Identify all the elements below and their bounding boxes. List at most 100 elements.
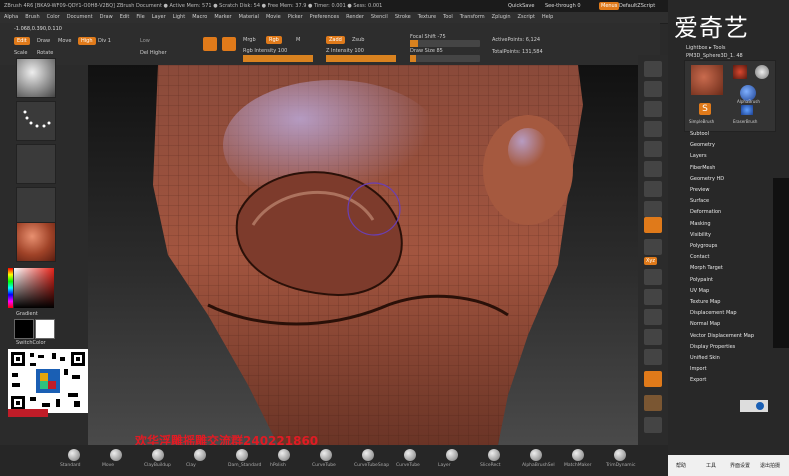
rotate-button[interactable]: Rotate: [37, 50, 53, 56]
footer-help[interactable]: 帮助: [676, 462, 686, 469]
menu-item[interactable]: Zplugin: [492, 14, 511, 20]
scale-button[interactable]: Scale: [14, 50, 27, 56]
subpalette-fibermesh[interactable]: FiberMesh: [690, 165, 715, 171]
zsub-button[interactable]: Zsub: [352, 37, 364, 43]
subpalette-masking[interactable]: Masking: [690, 221, 711, 227]
dynamic-persp-icon[interactable]: [203, 37, 217, 51]
div-slider[interactable]: Div 1: [98, 38, 111, 44]
rgb-intensity-slider[interactable]: [243, 55, 313, 62]
subpalette-deformation[interactable]: Deformation: [690, 209, 721, 215]
menu-item[interactable]: Render: [346, 14, 364, 20]
see-through-slider[interactable]: See-through 0: [545, 3, 581, 9]
subpalette-displacement-map[interactable]: Displacement Map: [690, 310, 737, 316]
menu-item[interactable]: Texture: [418, 14, 436, 20]
low-button[interactable]: Low: [140, 38, 150, 44]
subpalette-unified-skin[interactable]: Unified Skin: [690, 355, 720, 361]
menu-item[interactable]: File: [136, 14, 144, 20]
z-intensity-slider[interactable]: [326, 55, 396, 62]
menu-item[interactable]: Tool: [443, 14, 453, 20]
subpalette-morph-target[interactable]: Morph Target: [690, 265, 723, 271]
transp-icon[interactable]: [644, 371, 662, 387]
brush-icon[interactable]: [614, 449, 626, 461]
menu-item[interactable]: Picker: [288, 14, 303, 20]
brush-icon[interactable]: [68, 449, 80, 461]
rotate-icon[interactable]: [644, 329, 662, 345]
menu-item[interactable]: Material: [239, 14, 259, 20]
eraser-brush-icon[interactable]: [741, 105, 753, 115]
subpalette-uv-map[interactable]: UV Map: [690, 288, 709, 294]
rgb-button[interactable]: Rgb: [266, 36, 282, 44]
subpalette-vector-displacement-map[interactable]: Vector Displacement Map: [690, 333, 754, 339]
play-icon[interactable]: [756, 402, 764, 410]
mrgb-button[interactable]: Mrgb: [243, 37, 256, 43]
lightbox-tools-header[interactable]: Lightbox ▸ Tools: [686, 45, 726, 51]
high-button[interactable]: High: [78, 37, 96, 45]
menu-item[interactable]: Transform: [460, 14, 485, 20]
tool-thumb-sculpt[interactable]: [691, 65, 723, 95]
brush-icon[interactable]: [152, 449, 164, 461]
color-picker[interactable]: [14, 268, 54, 308]
video-control[interactable]: [740, 400, 768, 412]
menu-item[interactable]: Brush: [25, 14, 39, 20]
focal-shift-slider[interactable]: [410, 40, 480, 47]
subpalette-geometry-hd[interactable]: Geometry HD: [690, 176, 724, 182]
brush-icon[interactable]: [530, 449, 542, 461]
menu-item[interactable]: Marker: [214, 14, 231, 20]
subpalette-export[interactable]: Export: [690, 377, 706, 383]
menu-item[interactable]: Preferences: [310, 14, 339, 20]
palette-scrollbar[interactable]: [773, 178, 789, 348]
subpalette-geometry[interactable]: Geometry: [690, 142, 715, 148]
subpalette-surface[interactable]: Surface: [690, 198, 709, 204]
brush-icon[interactable]: [236, 449, 248, 461]
m-button[interactable]: M: [296, 37, 300, 43]
xpose-icon[interactable]: [644, 417, 662, 433]
simple-brush-icon[interactable]: S: [699, 103, 711, 115]
edit-button[interactable]: Edit: [14, 37, 30, 45]
brush-icon[interactable]: [278, 449, 290, 461]
texture-thumbnail[interactable]: [16, 187, 56, 227]
menu-item[interactable]: Document: [67, 14, 93, 20]
zadd-button[interactable]: Zadd: [326, 36, 345, 44]
menu-item[interactable]: Draw: [100, 14, 113, 20]
bpr-render-icon[interactable]: [644, 61, 662, 77]
subpalette-preview[interactable]: Preview: [690, 187, 709, 193]
brush-icon[interactable]: [404, 449, 416, 461]
footer-ui-settings[interactable]: 界面设置: [730, 462, 750, 469]
lsym-icon[interactable]: [644, 239, 662, 255]
line-fill-icon[interactable]: [644, 349, 662, 365]
subpalette-display-properties[interactable]: Display Properties: [690, 344, 735, 350]
stroke-thumbnail[interactable]: [16, 101, 56, 141]
persp-icon[interactable]: [644, 181, 662, 197]
switch-color-button[interactable]: SwitchColor: [16, 340, 46, 346]
subpalette-texture-map[interactable]: Texture Map: [690, 299, 720, 305]
move-button[interactable]: Move: [58, 38, 71, 44]
menu-item[interactable]: Zscript: [518, 14, 535, 20]
menus-button[interactable]: Menus: [599, 2, 620, 10]
secondary-color-swatch[interactable]: [35, 319, 55, 339]
solo-icon[interactable]: [644, 395, 662, 411]
spix-icon[interactable]: [644, 81, 662, 97]
subpalette-import[interactable]: Import: [690, 366, 707, 372]
menu-item[interactable]: Layer: [152, 14, 166, 20]
subpalette-polypaint[interactable]: Polypaint: [690, 277, 713, 283]
floor-icon[interactable]: [644, 201, 662, 217]
local-icon[interactable]: [644, 217, 662, 233]
menu-item[interactable]: Alpha: [4, 14, 18, 20]
main-color-swatch[interactable]: [14, 319, 34, 339]
menu-item[interactable]: Color: [47, 14, 60, 20]
hue-strip[interactable]: [8, 268, 13, 308]
default-zscript-button[interactable]: DefaultZScript: [619, 3, 655, 9]
brush-icon[interactable]: [362, 449, 374, 461]
xyz-button[interactable]: Xyz: [644, 257, 658, 265]
alpha-thumbnail[interactable]: [16, 144, 56, 184]
sculpt-mode-icon[interactable]: [222, 37, 236, 51]
menu-item[interactable]: Edit: [120, 14, 130, 20]
menu-item[interactable]: Help: [542, 14, 553, 20]
tool-thumb-1[interactable]: [733, 65, 747, 79]
brush-thumbnail[interactable]: [16, 58, 56, 98]
menu-item[interactable]: Light: [173, 14, 185, 20]
material-thumbnail[interactable]: [16, 222, 56, 262]
subpalette-normal-map[interactable]: Normal Map: [690, 321, 720, 327]
brush-icon[interactable]: [194, 449, 206, 461]
del-higher-button[interactable]: Del Higher: [140, 50, 167, 56]
